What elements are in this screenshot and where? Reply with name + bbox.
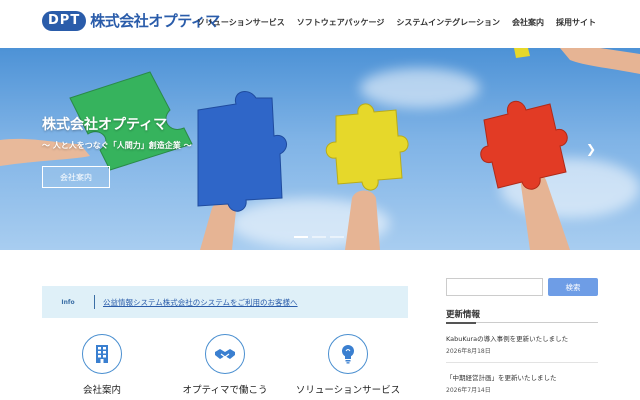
lightbulb-icon <box>342 345 354 364</box>
news-divider <box>446 362 598 363</box>
site-header: DPT 株式会社オプティマ ソリューションサービス ソフトウェアパッケージ シス… <box>0 0 640 48</box>
logo-badge: DPT <box>42 10 87 31</box>
feature-label: オプティマで働こう <box>182 385 268 396</box>
slider-dot[interactable] <box>294 236 308 238</box>
building-icon <box>96 345 108 363</box>
feature-label: ソリューションサービス <box>295 385 401 396</box>
nav-recruit-site[interactable]: 採用サイト <box>556 17 596 28</box>
info-link[interactable]: 公益情報システム株式会社のシステムをご利用のお客様へ <box>103 297 298 308</box>
handshake-icon <box>215 349 235 359</box>
feature-work-at-optima[interactable]: オプティマで働こう <box>165 334 285 400</box>
info-label: Info <box>61 298 75 306</box>
feature-icon-circle <box>328 334 368 374</box>
site-logo[interactable]: DPT 株式会社オプティマ <box>42 10 220 31</box>
search-button[interactable]: 検索 <box>548 278 598 296</box>
slider-dots <box>294 236 344 238</box>
feature-label: 会社案内 <box>82 385 121 396</box>
main-nav: ソリューションサービス ソフトウェアパッケージ システムインテグレーション 会社… <box>197 17 596 28</box>
feature-links: 会社案内 オプティマで働こう ソリューションサービス <box>42 334 408 400</box>
info-divider <box>94 295 95 309</box>
info-bar: Info 公益情報システム株式会社のシステムをご利用のお客様へ <box>42 286 408 318</box>
feature-icon-circle <box>82 334 122 374</box>
slider-dot[interactable] <box>330 236 344 238</box>
search-input[interactable] <box>446 278 543 296</box>
hero-title: 株式会社オプティマ <box>42 117 168 133</box>
feature-icon-circle <box>205 334 245 374</box>
blue-puzzle-piece <box>197 90 288 212</box>
nav-solution-services[interactable]: ソリューションサービス <box>197 17 285 28</box>
feature-company-info[interactable]: 会社案内 <box>42 334 162 400</box>
nav-software-packages[interactable]: ソフトウェアパッケージ <box>297 17 385 28</box>
feature-solution-services[interactable]: ソリューションサービス <box>288 334 408 400</box>
news-item-title[interactable]: KabuKuraの導入事例を更新いたしました <box>446 333 598 343</box>
yellow-puzzle-piece <box>325 103 409 191</box>
small-yellow-piece <box>514 48 530 58</box>
slider-next-arrow-icon[interactable]: ❯ <box>586 142 596 156</box>
news-item-date: 2026年7月14日 <box>446 387 491 394</box>
news-item-date: 2026年8月18日 <box>446 348 491 355</box>
center-right-arm <box>345 190 380 250</box>
hero-slider: 株式会社オプティマ 〜 人と人をつなぐ「人間力」創造企業 〜 会社案内 ❯ <box>0 48 640 250</box>
hero-company-info-button[interactable]: 会社案内 <box>42 166 110 188</box>
news-item[interactable]: KabuKuraの導入事例を更新いたしました 2026年8月18日 <box>446 333 598 363</box>
news-item[interactable]: 「中期経営計画」を更新いたしました 2026年7月14日 <box>446 372 598 394</box>
slider-dot[interactable] <box>312 236 326 238</box>
news-heading-underline <box>446 321 598 324</box>
news-item-title[interactable]: 「中期経営計画」を更新いたしました <box>446 372 598 382</box>
top-right-arm <box>560 48 640 74</box>
red-puzzle-piece <box>480 100 568 190</box>
nav-company-info[interactable]: 会社案内 <box>512 17 544 28</box>
news-heading: 更新情報 <box>446 310 481 320</box>
hero-subtitle: 〜 人と人をつなぐ「人間力」創造企業 〜 <box>42 141 192 150</box>
nav-system-integration[interactable]: システムインテグレーション <box>396 17 500 28</box>
